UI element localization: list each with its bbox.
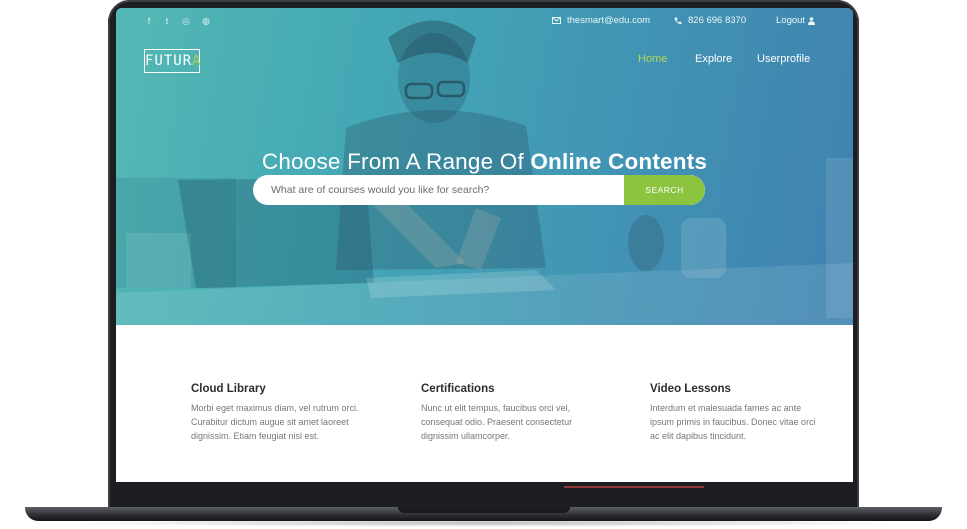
facebook-icon[interactable]: f (144, 16, 154, 26)
feature-title: Video Lessons (650, 383, 731, 395)
twitter-icon[interactable]: t (162, 16, 172, 26)
red-accent-strip (564, 486, 704, 488)
phone-text: 826 696 8370 (688, 15, 747, 26)
hero-headline: Choose From A Range Of Online Contents (116, 149, 853, 175)
course-search-input[interactable] (253, 175, 624, 205)
feature-certifications: Certifications Nunc ut elit tempus, fauc… (421, 383, 596, 443)
user-icon (808, 16, 816, 25)
feature-description: Interdum et malesuada fames ac ante ipsu… (650, 403, 816, 441)
instagram-icon[interactable]: ◎ (181, 16, 191, 26)
phone-icon (674, 17, 682, 24)
nav-home[interactable]: Home (638, 53, 667, 65)
feature-video-lessons: Video Lessons Interdum et malesuada fame… (650, 383, 825, 443)
phone-contact[interactable]: 826 696 8370 (674, 15, 746, 26)
feature-cloud-library: Cloud Library Morbi eget maximus diam, v… (191, 383, 366, 443)
headline-bold: Online Contents (530, 149, 708, 175)
search-bar: SEARCH (253, 175, 705, 205)
screen-bezel-bottom (116, 482, 853, 488)
email-contact[interactable]: thesmart@edu.com (552, 15, 650, 26)
feature-title: Certifications (421, 383, 495, 395)
logo-text: FUTUR (145, 53, 193, 69)
feature-description: Morbi eget maximus diam, vel rutrum orci… (191, 403, 359, 441)
envelope-icon (552, 17, 561, 24)
logout-link[interactable]: Logout (776, 15, 816, 26)
search-button[interactable]: SEARCH (624, 175, 705, 205)
feature-description: Nunc ut elit tempus, faucibus orci vel, … (421, 403, 573, 441)
logout-label: Logout (776, 15, 806, 26)
laptop-notch (398, 507, 570, 513)
nav-userprofile[interactable]: Userprofile (757, 53, 810, 65)
brand-logo[interactable]: FUTURA (144, 49, 202, 73)
feature-title: Cloud Library (191, 383, 266, 395)
logo-accent-letter: A (192, 53, 202, 69)
hero-section: f t ◎ ◍ thesmart@edu.com 826 696 8370 Lo… (116, 8, 853, 325)
nav-explore[interactable]: Explore (695, 53, 732, 65)
email-text: thesmart@edu.com (567, 15, 651, 26)
top-bar: f t ◎ ◍ thesmart@edu.com 826 696 8370 Lo… (116, 8, 853, 36)
browser-screen: f t ◎ ◍ thesmart@edu.com 826 696 8370 Lo… (116, 8, 853, 488)
headline-light: Choose From A Range Of (261, 149, 524, 175)
laptop-shadow (60, 519, 907, 527)
dribbble-icon[interactable]: ◍ (201, 16, 211, 26)
